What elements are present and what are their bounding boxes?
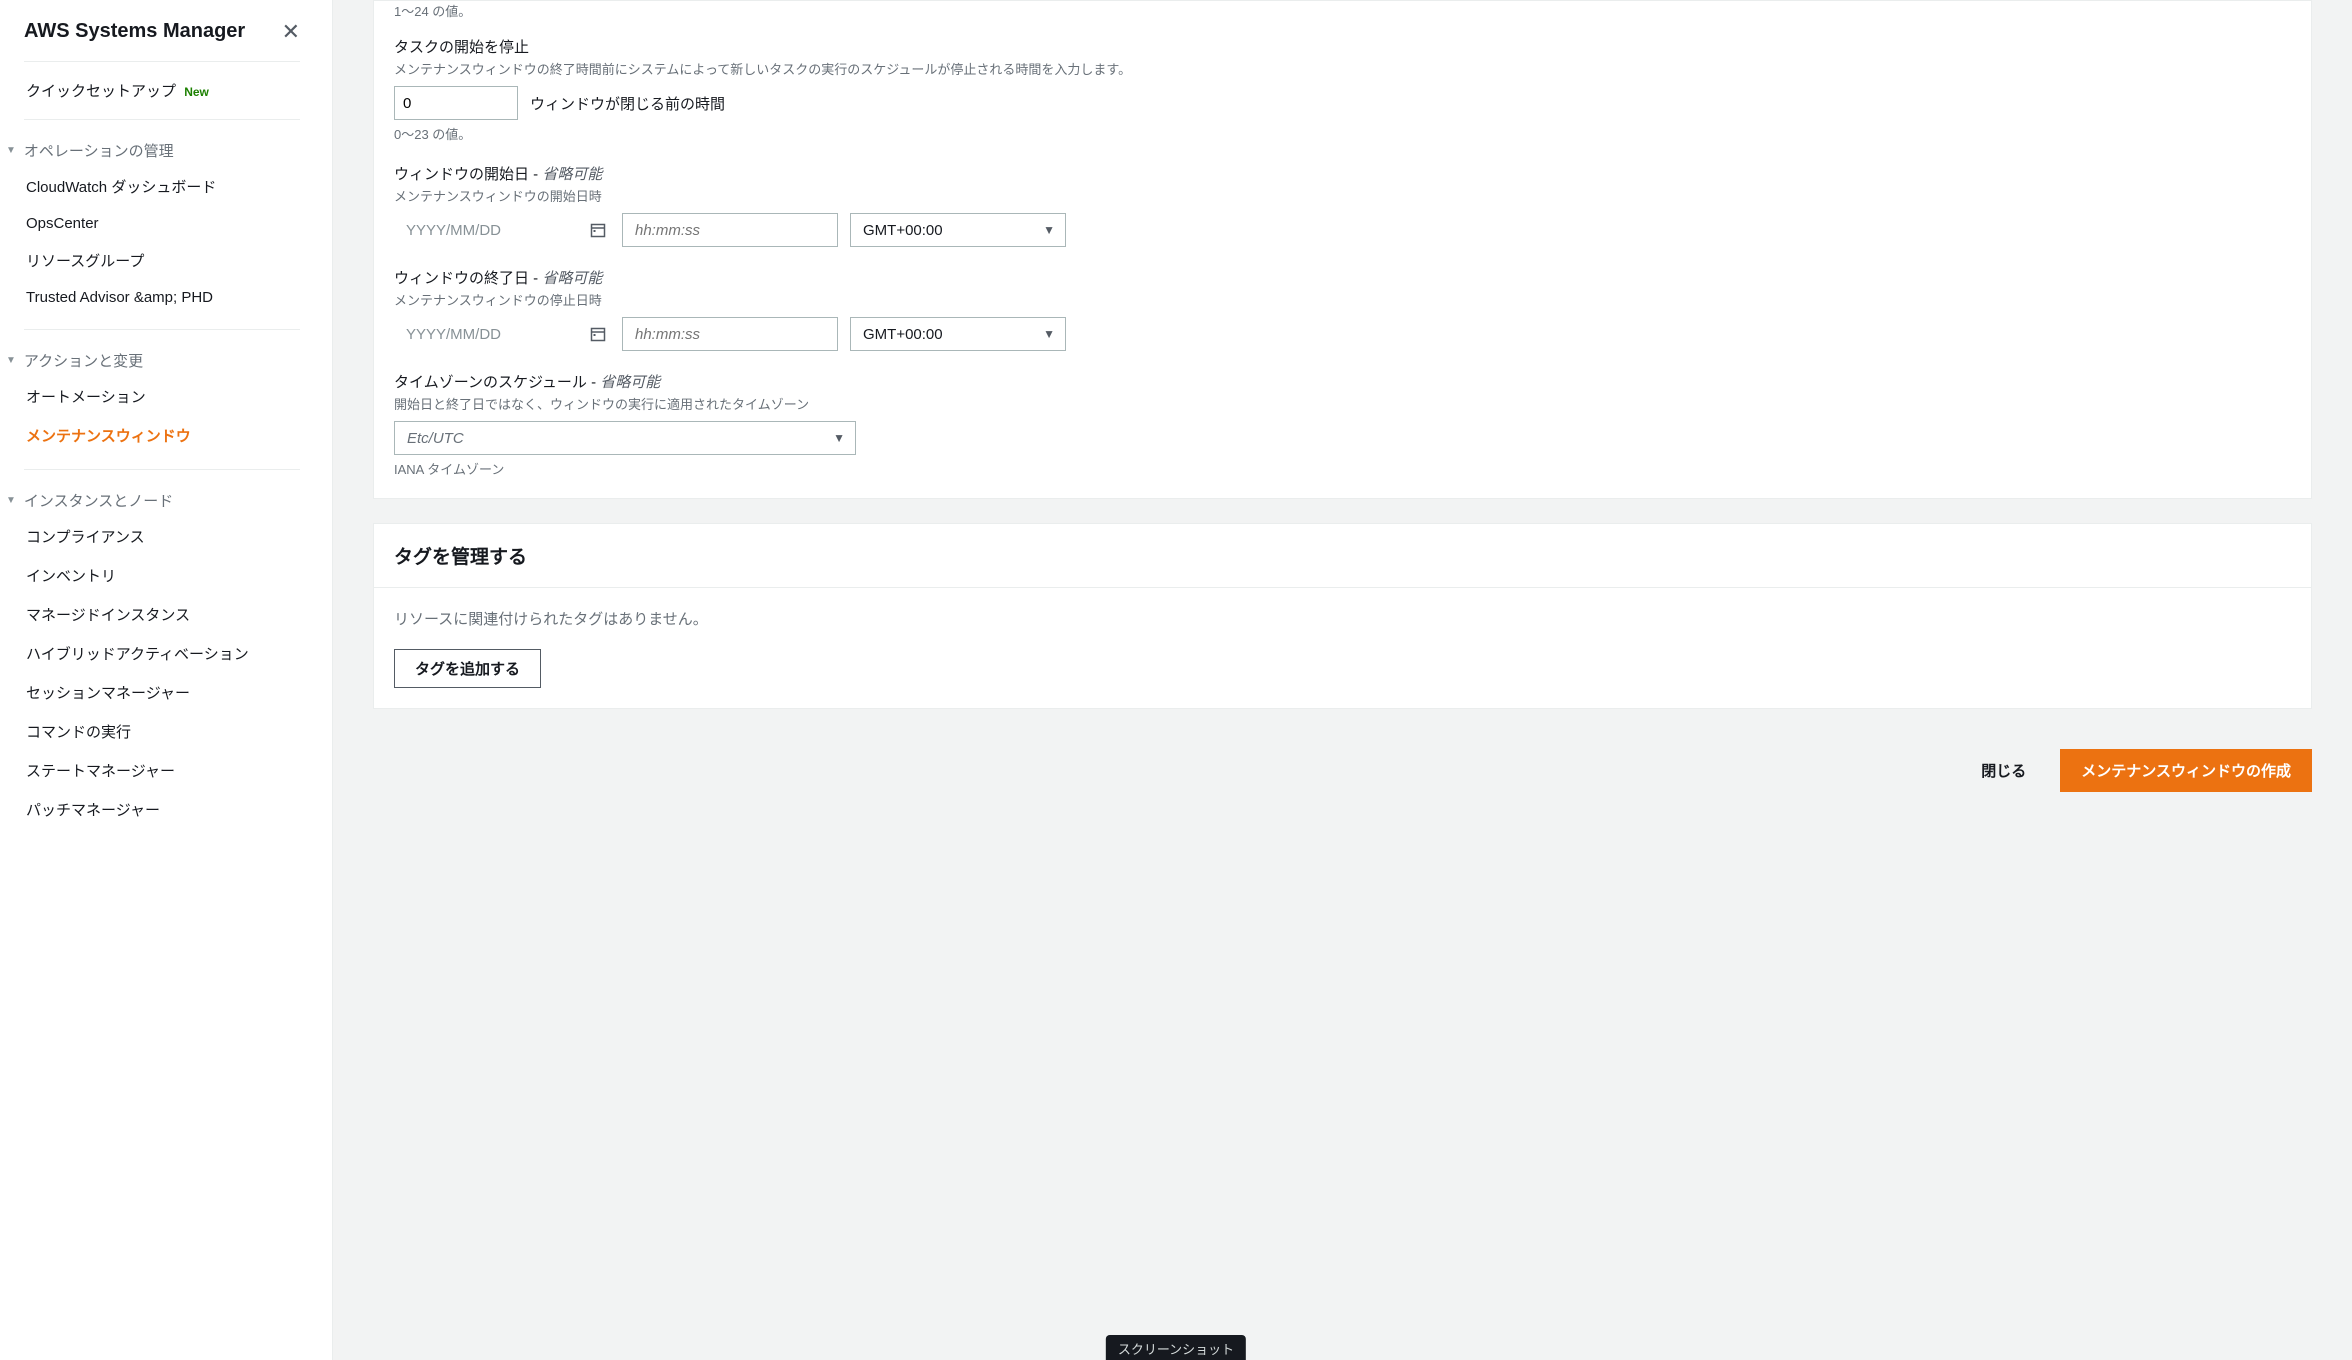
tags-panel: タグを管理する リソースに関連付けられたタグはありません。 タグを追加する [373,523,2312,709]
sidebar-item-session-manager[interactable]: セッションマネージャー [24,673,300,712]
nav-section-actions: ▼ アクションと変更 オートメーション メンテナンスウィンドウ [24,330,300,470]
sidebar-item-patch-manager[interactable]: パッチマネージャー [24,790,300,829]
calendar-icon [590,222,610,238]
start-date-desc: メンテナンスウィンドウの開始日時 [394,186,2291,205]
tz-schedule-desc: 開始日と終了日ではなく、ウィンドウの実行に適用されたタイムゾーン [394,394,2291,413]
start-date-input[interactable]: YYYY/MM/DD [394,222,610,239]
create-button[interactable]: メンテナンスウィンドウの作成 [2060,749,2312,792]
new-badge: New [184,85,209,99]
stop-tasks-label: タスクの開始を停止 [394,36,2291,57]
chevron-down-icon: ▼ [1043,223,1055,237]
chevron-down-icon: ▼ [6,145,16,156]
sidebar-item-compliance[interactable]: コンプライアンス [24,517,300,556]
sidebar-header: AWS Systems Manager ✕ [24,20,300,62]
field-end-date: ウィンドウの終了日 - 省略可能 メンテナンスウィンドウの停止日時 YYYY/M… [394,267,2291,351]
section-header-actions[interactable]: ▼ アクションと変更 [6,344,300,377]
tags-empty-text: リソースに関連付けられたタグはありません。 [394,608,2291,629]
sidebar-item-state-manager[interactable]: ステートマネージャー [24,751,300,790]
start-tz-select[interactable]: GMT+00:00 ▼ [850,213,1066,247]
end-tz-select[interactable]: GMT+00:00 ▼ [850,317,1066,351]
start-date-label: ウィンドウの開始日 - 省略可能 [394,163,2291,184]
close-icon[interactable]: ✕ [282,21,300,43]
end-date-input[interactable]: YYYY/MM/DD [394,326,610,343]
section-label: オペレーションの管理 [24,140,174,161]
tz-schedule-value: Etc/UTC [407,430,464,447]
duration-hint: 1〜24 の値。 [394,1,2291,20]
nav-section-operations: ▼ オペレーションの管理 CloudWatch ダッシュボード OpsCente… [24,120,300,330]
sidebar-item-trusted-advisor[interactable]: Trusted Advisor &amp; PHD [24,280,300,315]
section-header-operations[interactable]: ▼ オペレーションの管理 [6,134,300,167]
schedule-panel: 1〜24 の値。 タスクの開始を停止 メンテナンスウィンドウの終了時間前にシステ… [373,0,2312,499]
sidebar-item-run-command[interactable]: コマンドの実行 [24,712,300,751]
chevron-down-icon: ▼ [1043,327,1055,341]
tz-schedule-hint: IANA タイムゾーン [394,459,2291,478]
stop-tasks-desc: メンテナンスウィンドウの終了時間前にシステムによって新しいタスクの実行のスケジュ… [394,59,2291,78]
section-header-instances[interactable]: ▼ インスタンスとノード [6,484,300,517]
sidebar-item-automation[interactable]: オートメーション [24,377,300,416]
start-time-input[interactable] [622,213,838,247]
end-date-label: ウィンドウの終了日 - 省略可能 [394,267,2291,288]
cancel-button[interactable]: 閉じる [1963,749,2044,792]
screenshot-tooltip: スクリーンショット [1106,1335,1246,1360]
tz-schedule-label: タイムゾーンのスケジュール - 省略可能 [394,371,2291,392]
tz-schedule-select[interactable]: Etc/UTC ▼ [394,421,856,455]
field-start-date: ウィンドウの開始日 - 省略可能 メンテナンスウィンドウの開始日時 YYYY/M… [394,163,2291,247]
tags-title: タグを管理する [374,524,2311,588]
field-stop-tasks: タスクの開始を停止 メンテナンスウィンドウの終了時間前にシステムによって新しいタ… [394,36,2291,143]
main-content: 1〜24 の値。 タスクの開始を停止 メンテナンスウィンドウの終了時間前にシステ… [333,0,2352,1360]
sidebar: AWS Systems Manager ✕ クイックセットアップ New ▼ オ… [0,0,333,1360]
start-date-placeholder: YYYY/MM/DD [394,222,590,239]
end-date-desc: メンテナンスウィンドウの停止日時 [394,290,2291,309]
end-tz-value: GMT+00:00 [863,326,943,343]
sidebar-item-inventory[interactable]: インベントリ [24,556,300,595]
stop-tasks-after: ウィンドウが閉じる前の時間 [530,93,725,114]
field-tz-schedule: タイムゾーンのスケジュール - 省略可能 開始日と終了日ではなく、ウィンドウの実… [394,371,2291,478]
sidebar-item-opscenter[interactable]: OpsCenter [24,206,300,241]
nav-section-instances: ▼ インスタンスとノード コンプライアンス インベントリ マネージドインスタンス… [24,470,300,843]
stop-tasks-input[interactable] [394,86,518,120]
chevron-down-icon: ▼ [833,431,845,445]
start-tz-value: GMT+00:00 [863,222,943,239]
sidebar-item-cloudwatch[interactable]: CloudWatch ダッシュボード [24,167,300,206]
section-label: インスタンスとノード [24,490,173,511]
end-date-placeholder: YYYY/MM/DD [394,326,590,343]
sidebar-item-managed-instances[interactable]: マネージドインスタンス [24,595,300,634]
footer-actions: 閉じる メンテナンスウィンドウの作成 [373,733,2312,832]
stop-tasks-hint: 0〜23 の値。 [394,124,2291,143]
chevron-down-icon: ▼ [6,355,16,366]
sidebar-item-resource-groups[interactable]: リソースグループ [24,241,300,280]
sidebar-item-quick-setup[interactable]: クイックセットアップ New [24,62,300,120]
quick-setup-label: クイックセットアップ [26,83,176,100]
section-label: アクションと変更 [24,350,143,371]
chevron-down-icon: ▼ [6,495,16,506]
sidebar-title: AWS Systems Manager [24,20,245,43]
calendar-icon [590,326,610,342]
end-time-input[interactable] [622,317,838,351]
add-tag-button[interactable]: タグを追加する [394,649,541,688]
sidebar-item-hybrid-activation[interactable]: ハイブリッドアクティベーション [24,634,300,673]
sidebar-item-maintenance-window[interactable]: メンテナンスウィンドウ [24,416,300,455]
